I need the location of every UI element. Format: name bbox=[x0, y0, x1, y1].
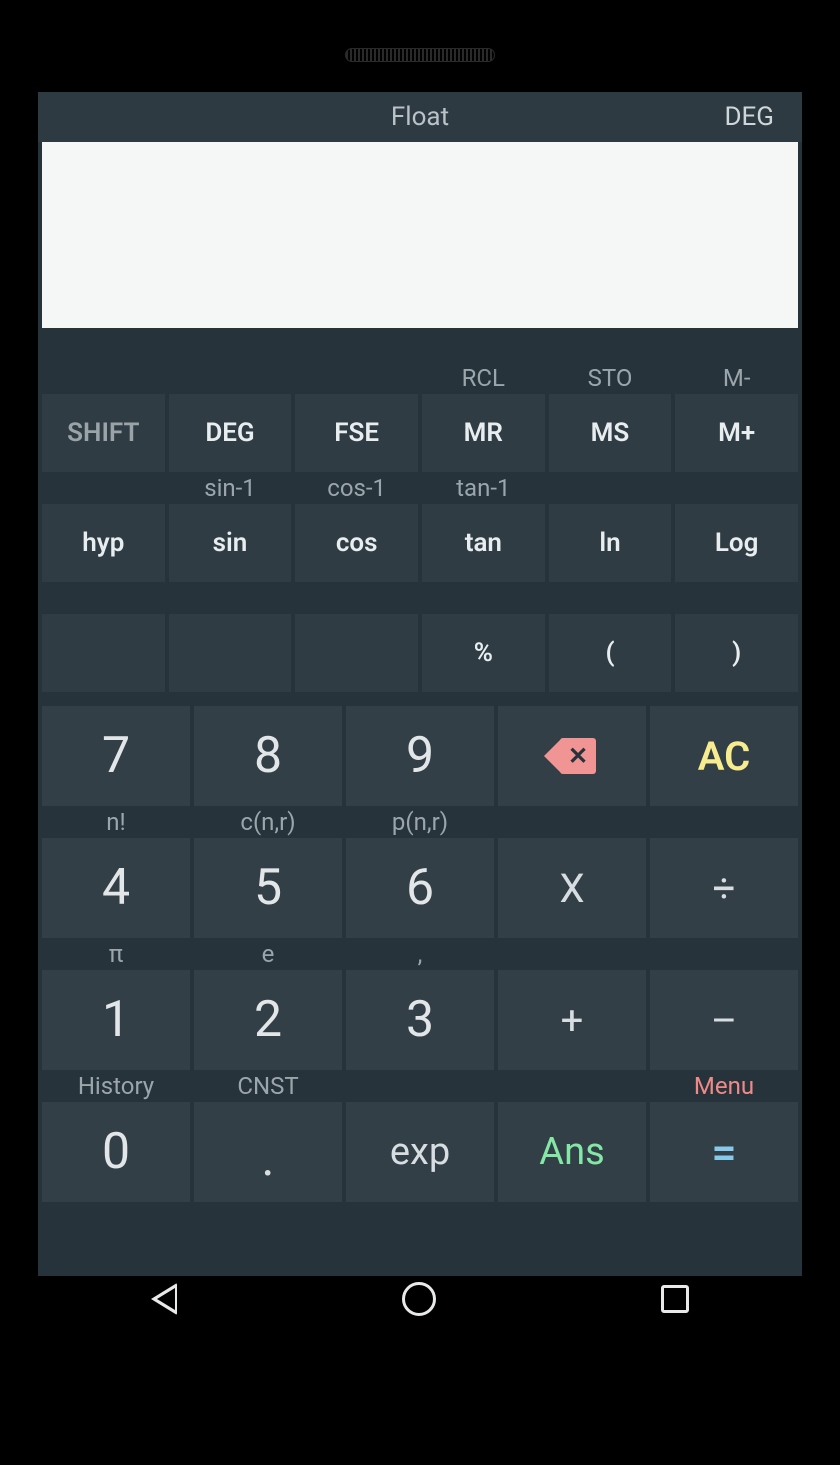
cos-button[interactable]: cos bbox=[295, 504, 418, 582]
mplus-button[interactable]: M+ bbox=[675, 394, 798, 472]
minus-button[interactable]: – bbox=[650, 970, 798, 1070]
sup-comma: , bbox=[346, 938, 494, 970]
sup-e: e bbox=[194, 938, 342, 970]
sup-acos: cos-1 bbox=[295, 472, 418, 504]
sup-factorial: n! bbox=[42, 806, 190, 838]
lparen-button[interactable]: ( bbox=[549, 614, 672, 692]
sup-history: History bbox=[42, 1070, 190, 1102]
android-navbar bbox=[38, 1263, 802, 1335]
nav-back-icon[interactable] bbox=[151, 1283, 177, 1315]
keypad: RCL STO M- SHIFT DEG FSE MR MS M+ sin-1 … bbox=[38, 362, 802, 1276]
digit-7-button[interactable]: 7 bbox=[42, 706, 190, 806]
status-bar: Float DEG bbox=[38, 92, 802, 142]
sup-cnst: CNST bbox=[194, 1070, 342, 1102]
sup-pi: π bbox=[42, 938, 190, 970]
ln-button[interactable]: ln bbox=[549, 504, 672, 582]
blank-button-1[interactable] bbox=[42, 614, 165, 692]
blank-button-2[interactable] bbox=[169, 614, 292, 692]
sup-atan: tan-1 bbox=[422, 472, 545, 504]
digit-8-button[interactable]: 8 bbox=[194, 706, 342, 806]
exp-button[interactable]: exp bbox=[346, 1102, 494, 1202]
digit-9-button[interactable]: 9 bbox=[346, 706, 494, 806]
sup-permutation: p(n,r) bbox=[346, 806, 494, 838]
sup-sto: STO bbox=[549, 362, 672, 394]
sin-button[interactable]: sin bbox=[169, 504, 292, 582]
sup-mminus: M- bbox=[675, 362, 798, 394]
divide-button[interactable]: ÷ bbox=[650, 838, 798, 938]
plus-button[interactable]: + bbox=[498, 970, 646, 1070]
percent-button[interactable]: % bbox=[422, 614, 545, 692]
decimal-button[interactable]: . bbox=[194, 1102, 342, 1202]
equals-button[interactable]: = bbox=[650, 1102, 798, 1202]
ans-button[interactable]: Ans bbox=[498, 1102, 646, 1202]
digit-5-button[interactable]: 5 bbox=[194, 838, 342, 938]
app-screen: Float DEG RCL STO M- SHIFT DEG FSE MR MS… bbox=[38, 92, 802, 1276]
mr-button[interactable]: MR bbox=[422, 394, 545, 472]
sup-menu: Menu bbox=[650, 1070, 798, 1102]
blank-button-3[interactable] bbox=[295, 614, 418, 692]
sup-combination: c(n,r) bbox=[194, 806, 342, 838]
speaker-grill bbox=[345, 48, 495, 62]
digit-2-button[interactable]: 2 bbox=[194, 970, 342, 1070]
sup-asin: sin-1 bbox=[169, 472, 292, 504]
log-button[interactable]: Log bbox=[675, 504, 798, 582]
fse-button[interactable]: FSE bbox=[295, 394, 418, 472]
digit-3-button[interactable]: 3 bbox=[346, 970, 494, 1070]
multiply-button[interactable]: X bbox=[498, 838, 646, 938]
mode-indicator[interactable]: Float bbox=[391, 102, 449, 132]
nav-recent-icon[interactable] bbox=[661, 1285, 689, 1313]
shift-button[interactable]: SHIFT bbox=[42, 394, 165, 472]
ms-button[interactable]: MS bbox=[549, 394, 672, 472]
calc-display bbox=[42, 142, 798, 328]
ac-button[interactable]: AC bbox=[650, 706, 798, 806]
digit-0-button[interactable]: 0 bbox=[42, 1102, 190, 1202]
angle-indicator[interactable]: DEG bbox=[724, 102, 774, 132]
digit-6-button[interactable]: 6 bbox=[346, 838, 494, 938]
tan-button[interactable]: tan bbox=[422, 504, 545, 582]
backspace-icon: ✕ bbox=[548, 738, 596, 774]
digit-4-button[interactable]: 4 bbox=[42, 838, 190, 938]
deg-button[interactable]: DEG bbox=[169, 394, 292, 472]
hyp-button[interactable]: hyp bbox=[42, 504, 165, 582]
device-frame: Float DEG RCL STO M- SHIFT DEG FSE MR MS… bbox=[8, 10, 832, 1445]
backspace-button[interactable]: ✕ bbox=[498, 706, 646, 806]
digit-1-button[interactable]: 1 bbox=[42, 970, 190, 1070]
sup-rcl: RCL bbox=[422, 362, 545, 394]
rparen-button[interactable]: ) bbox=[675, 614, 798, 692]
nav-home-icon[interactable] bbox=[402, 1282, 436, 1316]
